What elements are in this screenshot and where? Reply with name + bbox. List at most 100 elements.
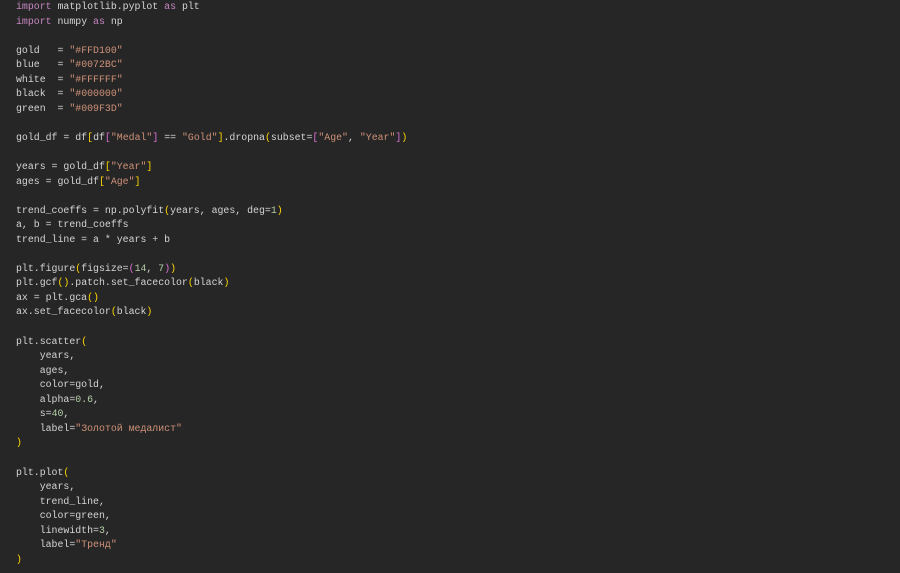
code-token: "Year": [110, 161, 147, 173]
code-line[interactable]: [16, 145, 407, 160]
code-token: ,: [146, 262, 159, 274]
code-token: numpy: [51, 15, 94, 27]
code-line[interactable]: gold_df = df[df["Medal"] == "Gold"].drop…: [16, 131, 407, 146]
code-token: "Medal": [110, 131, 153, 143]
code-token: "Year": [359, 131, 396, 143]
code-line[interactable]: green = "#009F3D": [16, 102, 407, 117]
code-token: black =: [16, 88, 70, 100]
code-token: 40: [51, 408, 64, 420]
code-token: (: [63, 466, 70, 478]
code-token: ): [16, 553, 22, 565]
code-line[interactable]: ax.set_facecolor(black): [16, 305, 407, 320]
code-token: (): [57, 277, 70, 289]
code-token: (: [81, 335, 88, 347]
code-token: 0.6: [75, 393, 94, 405]
code-token: blue =: [16, 59, 70, 71]
code-token: "#0072BC": [69, 59, 123, 71]
code-token: "Gold": [182, 131, 218, 143]
code-token: ): [16, 437, 22, 449]
code-token: "#009F3D": [69, 102, 123, 114]
code-token: ): [276, 204, 283, 216]
code-token: as: [93, 15, 105, 27]
code-token: ]: [146, 161, 153, 173]
code-token: ): [170, 262, 177, 274]
code-line[interactable]: trend_coeffs = np.polyfit(years, ages, d…: [16, 204, 407, 219]
code-token: ,: [347, 131, 360, 143]
code-line[interactable]: color=green,: [16, 509, 407, 524]
code-token: ,: [104, 524, 111, 536]
code-line[interactable]: [16, 451, 407, 466]
code-line[interactable]: plt.plot(: [16, 466, 407, 481]
code-token: label=: [16, 539, 76, 551]
code-line[interactable]: black = "#000000": [16, 87, 407, 102]
code-token: green =: [16, 102, 70, 114]
code-token: ax = plt.gca: [16, 291, 88, 303]
code-token: subset=: [270, 131, 313, 143]
code-token: .patch.set_facecolor: [69, 277, 188, 289]
code-token: trend_line,: [16, 495, 105, 507]
code-line[interactable]: s=40,: [16, 407, 407, 422]
code-line[interactable]: [16, 247, 407, 262]
code-token: .dropna: [223, 131, 265, 143]
code-token: ]: [134, 175, 141, 187]
code-line[interactable]: trend_line,: [16, 495, 407, 510]
code-line[interactable]: blue = "#0072BC": [16, 58, 407, 73]
code-line[interactable]: plt.figure(figsize=(14, 7)): [16, 262, 407, 277]
code-line[interactable]: trend_line = a * years + b: [16, 233, 407, 248]
code-line[interactable]: label="Золотой медалист": [16, 422, 407, 437]
code-line[interactable]: gold = "#FFD100": [16, 44, 407, 59]
code-line[interactable]: plt.gcf().patch.set_facecolor(black): [16, 276, 407, 291]
code-token: plt.gcf: [16, 277, 58, 289]
code-token: trend_line = a * years + b: [16, 233, 171, 245]
code-token: white =: [16, 73, 70, 85]
code-token: plt.figure: [16, 262, 76, 274]
code-token: years,: [16, 481, 76, 493]
code-token: plt.scatter: [16, 335, 82, 347]
code-line[interactable]: a, b = trend_coeffs: [16, 218, 407, 233]
code-token: years, ages, deg=: [170, 204, 271, 216]
code-token: black: [193, 277, 224, 289]
code-line[interactable]: label="Тренд": [16, 538, 407, 553]
code-token: black: [116, 306, 147, 318]
code-line[interactable]: color=gold,: [16, 378, 407, 393]
code-token: import: [16, 1, 52, 12]
code-line[interactable]: [16, 320, 407, 335]
code-line[interactable]: [16, 29, 407, 44]
code-token: ): [146, 306, 153, 318]
code-line[interactable]: ): [16, 436, 407, 451]
code-editor[interactable]: import matplotlib.pyplot as plt import nu…: [16, 0, 407, 567]
code-line[interactable]: ): [16, 553, 407, 568]
code-token: plt: [176, 1, 200, 12]
code-token: ==: [158, 131, 182, 143]
code-token: "#FFFFFF": [69, 73, 123, 85]
code-token: ax.set_facecolor: [16, 306, 111, 318]
code-token: figsize=: [81, 262, 129, 274]
code-token: alpha=: [16, 393, 76, 405]
code-token: matplotlib.pyplot: [51, 1, 165, 12]
code-line[interactable]: [16, 189, 407, 204]
code-line[interactable]: import numpy as np: [16, 15, 407, 30]
code-token: years,: [16, 350, 76, 362]
code-line[interactable]: years,: [16, 349, 407, 364]
code-line[interactable]: years,: [16, 480, 407, 495]
code-line[interactable]: ages = gold_df["Age"]: [16, 175, 407, 190]
code-line[interactable]: linewidth=3,: [16, 524, 407, 539]
code-line[interactable]: plt.scatter(: [16, 335, 407, 350]
code-token: "Золотой медалист": [75, 422, 182, 434]
code-line[interactable]: alpha=0.6,: [16, 393, 407, 408]
code-token: ages,: [16, 364, 70, 376]
code-token: "Age": [318, 131, 348, 143]
code-token: gold_df = df: [16, 131, 88, 143]
code-line[interactable]: import matplotlib.pyplot as plt: [16, 0, 407, 15]
code-line[interactable]: years = gold_df["Year"]: [16, 160, 407, 175]
code-line[interactable]: white = "#FFFFFF": [16, 73, 407, 88]
code-token: trend_coeffs = np.polyfit: [16, 204, 165, 216]
code-token: ,: [93, 393, 99, 405]
code-token: "Тренд": [75, 539, 117, 551]
code-token: np: [104, 15, 123, 27]
code-token: as: [164, 1, 177, 12]
code-token: "#000000": [69, 88, 123, 100]
code-line[interactable]: [16, 116, 407, 131]
code-line[interactable]: ax = plt.gca(): [16, 291, 407, 306]
code-line[interactable]: ages,: [16, 364, 407, 379]
